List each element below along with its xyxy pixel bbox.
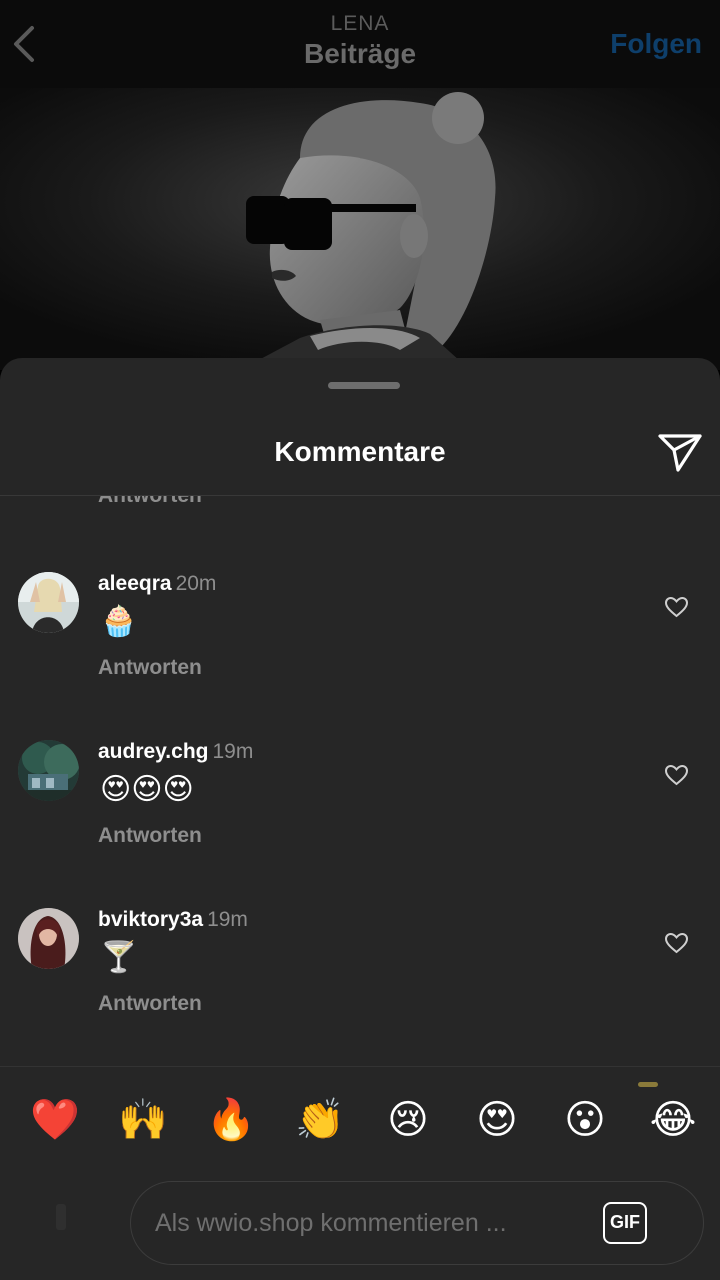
- fire-emoji-button[interactable]: 🔥: [201, 1090, 261, 1150]
- share-button[interactable]: [656, 430, 704, 474]
- tears-of-joy-emoji-button[interactable]: 😂: [643, 1090, 703, 1150]
- paper-plane-icon: [658, 434, 702, 472]
- composer-avatar: [56, 1204, 66, 1230]
- comment-header: bviktory3a 19m: [98, 908, 248, 932]
- avatar[interactable]: [18, 908, 79, 969]
- clapping-hands-emoji-button[interactable]: 👏: [290, 1090, 350, 1150]
- comment-header: aleeqra 20m: [98, 572, 216, 596]
- comment-item: aleeqra 20m 🧁 Antworten: [0, 572, 720, 722]
- reply-button[interactable]: Antworten: [98, 992, 202, 1016]
- avatar[interactable]: [18, 740, 79, 801]
- gif-button[interactable]: GIF: [603, 1202, 647, 1244]
- like-button[interactable]: [664, 764, 689, 786]
- comment-timestamp: 19m: [207, 908, 248, 931]
- heart-emoji-button[interactable]: ❤️: [25, 1090, 85, 1150]
- comment-username[interactable]: aleeqra: [98, 572, 172, 595]
- top-navigation-bar: LENA Beiträge Folgen: [0, 0, 720, 88]
- like-button[interactable]: [664, 596, 689, 618]
- follow-button[interactable]: Folgen: [610, 28, 702, 60]
- comment-text: 😍😍😍: [100, 772, 194, 807]
- reply-button[interactable]: Antworten: [98, 496, 202, 508]
- comment-item: bviktory3a 19m 🍸 Antworten: [0, 908, 720, 1058]
- sheet-title: Kommentare: [274, 436, 446, 467]
- avatar[interactable]: [18, 572, 79, 633]
- heart-outline-icon: [664, 596, 689, 618]
- reply-button[interactable]: Antworten: [98, 824, 202, 848]
- emoji-quick-bar: ❤️ 🙌 🔥 👏 😢 😍 😮 😂: [0, 1090, 720, 1152]
- comment-username[interactable]: bviktory3a: [98, 908, 203, 931]
- surprised-face-emoji-button[interactable]: 😮: [555, 1090, 615, 1150]
- heart-outline-icon: [664, 932, 689, 954]
- raised-hands-emoji-button[interactable]: 🙌: [113, 1090, 173, 1150]
- scroll-indicator: [638, 1082, 658, 1087]
- heart-outline-icon: [664, 764, 689, 786]
- comment-timestamp: 20m: [175, 572, 217, 595]
- reply-button[interactable]: Antworten: [98, 656, 202, 680]
- comment-text: 🧁: [100, 604, 138, 639]
- heart-eyes-emoji-button[interactable]: 😍: [467, 1090, 527, 1150]
- comment-text: 🍸: [100, 940, 138, 975]
- post-image: [0, 88, 720, 370]
- comment-username[interactable]: audrey.chg: [98, 740, 208, 763]
- divider: [0, 1066, 720, 1067]
- comment-item: audrey.chg 19m 😍😍😍 Antworten: [0, 740, 720, 890]
- comment-list[interactable]: Antworten aleeqra20m 🧁 Antworten: [0, 496, 720, 1066]
- crying-face-emoji-button[interactable]: 😢: [378, 1090, 438, 1150]
- sheet-grab-handle[interactable]: [328, 382, 400, 389]
- comment-timestamp: 19m: [212, 740, 254, 763]
- like-button[interactable]: [664, 932, 689, 954]
- comment-header: audrey.chg 19m: [98, 740, 253, 764]
- post-photo: [0, 88, 720, 370]
